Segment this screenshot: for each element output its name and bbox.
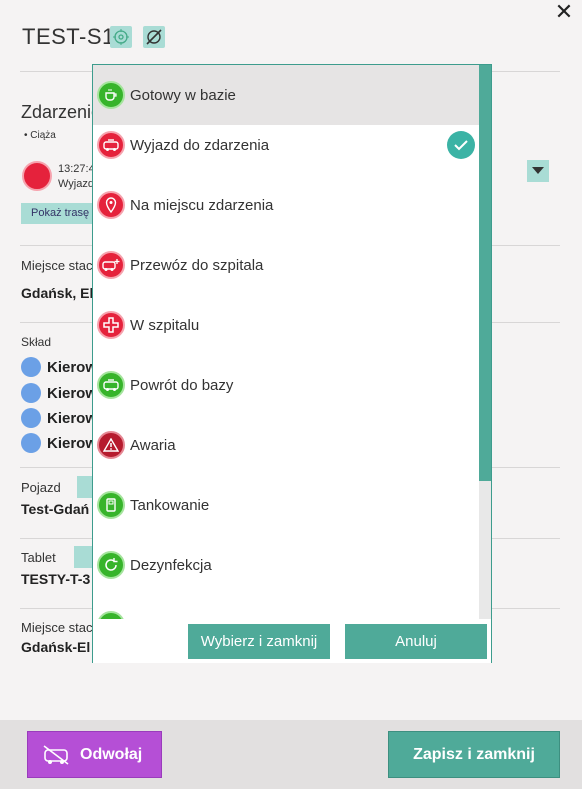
crew-avatar <box>21 357 41 377</box>
ambulance-off-icon <box>43 744 69 765</box>
station-label: Miejsce stac <box>21 620 93 635</box>
ambulance-icon <box>97 131 125 159</box>
status-icon <box>97 611 125 619</box>
status-label: Tankowanie <box>130 496 210 514</box>
ambulance-status-icon <box>22 161 52 191</box>
crew-member: Kierow <box>47 435 98 452</box>
dialog-title: TEST-S1 <box>22 24 115 49</box>
refresh-icon <box>97 551 125 579</box>
crew-avatar <box>21 383 41 403</box>
ambulance-icon <box>97 371 125 399</box>
popup-cancel-button[interactable]: Anuluj <box>345 624 487 659</box>
fuel-icon <box>97 491 125 519</box>
status-label: Gotowy w bazie <box>130 86 236 104</box>
medical-cross-icon <box>97 311 125 339</box>
vehicle-label: Pojazd <box>21 480 61 495</box>
warning-icon <box>97 431 125 459</box>
close-icon[interactable]: ✕ <box>552 0 576 24</box>
tablet-edit-button[interactable] <box>74 546 94 568</box>
status-item-return[interactable]: Powrót do bazy <box>93 355 479 415</box>
event-section-title: Zdarzenie <box>21 102 102 122</box>
status-list[interactable]: Gotowy w bazie Wyjazd do zdarzenia Na mi… <box>93 65 491 619</box>
crew-label: Skład <box>21 335 52 349</box>
scrollbar-thumb[interactable] <box>479 65 491 481</box>
status-label: Wyjazd do zdarzenia <box>130 136 270 154</box>
show-route-button[interactable]: Pokaż trasę <box>21 203 97 224</box>
status-label: W szpitalu <box>130 316 200 334</box>
status-picker-popup: Gotowy w bazie Wyjazd do zdarzenia Na mi… <box>92 64 492 663</box>
crew-member: Kierow <box>47 359 98 376</box>
tablet-label: Tablet <box>21 550 56 565</box>
vehicle-value: Test-Gdań <box>21 501 90 517</box>
crew-avatar <box>21 408 41 428</box>
status-item-breakdown[interactable]: Awaria <box>93 415 479 475</box>
crew-member: Kierow <box>47 385 98 402</box>
status-item-partial[interactable] <box>93 595 479 619</box>
status-item-in-hospital[interactable]: W szpitalu <box>93 295 479 355</box>
place-value: Gdańsk, El <box>21 285 94 301</box>
tablet-value: TESTY-T-3 <box>21 571 91 587</box>
status-item-refuel[interactable]: Tankowanie <box>93 475 479 535</box>
status-label: Na miejscu zdarzenia <box>130 196 274 214</box>
status-label: Awaria <box>130 436 176 454</box>
select-and-close-button[interactable]: Wybierz i zamknij <box>188 624 330 659</box>
station-value: Gdańsk-El <box>21 639 91 655</box>
crew-member: Kierow <box>47 410 98 427</box>
status-label: Powrót do bazy <box>130 376 234 394</box>
event-status-short: Wyjazd <box>58 178 94 190</box>
target-icon[interactable] <box>110 26 132 48</box>
status-item-departure[interactable]: Wyjazd do zdarzenia <box>93 115 479 175</box>
cancel-event-button[interactable]: Odwołaj <box>27 731 162 778</box>
status-item-on-scene[interactable]: Na miejscu zdarzenia <box>93 175 479 235</box>
map-pin-icon <box>97 191 125 219</box>
status-item-transport[interactable]: Przewóz do szpitala <box>93 235 479 295</box>
event-time: 13:27:4 <box>58 163 95 175</box>
target-off-icon[interactable] <box>143 26 165 48</box>
checkmark-icon <box>447 131 475 159</box>
event-tag: • Ciąża <box>24 130 56 141</box>
status-dropdown-toggle[interactable] <box>527 160 549 182</box>
ambulance-plus-icon <box>97 251 125 279</box>
place-label: Miejsce stac <box>21 258 93 273</box>
coffee-cup-icon <box>97 81 125 109</box>
cancel-event-label: Odwołaj <box>80 745 143 763</box>
crew-avatar <box>21 433 41 453</box>
status-label: Przewóz do szpitala <box>130 256 264 274</box>
save-close-button[interactable]: Zapisz i zamknij <box>388 731 560 778</box>
status-label: Dezynfekcja <box>130 556 212 574</box>
status-item-disinfection[interactable]: Dezynfekcja <box>93 535 479 595</box>
